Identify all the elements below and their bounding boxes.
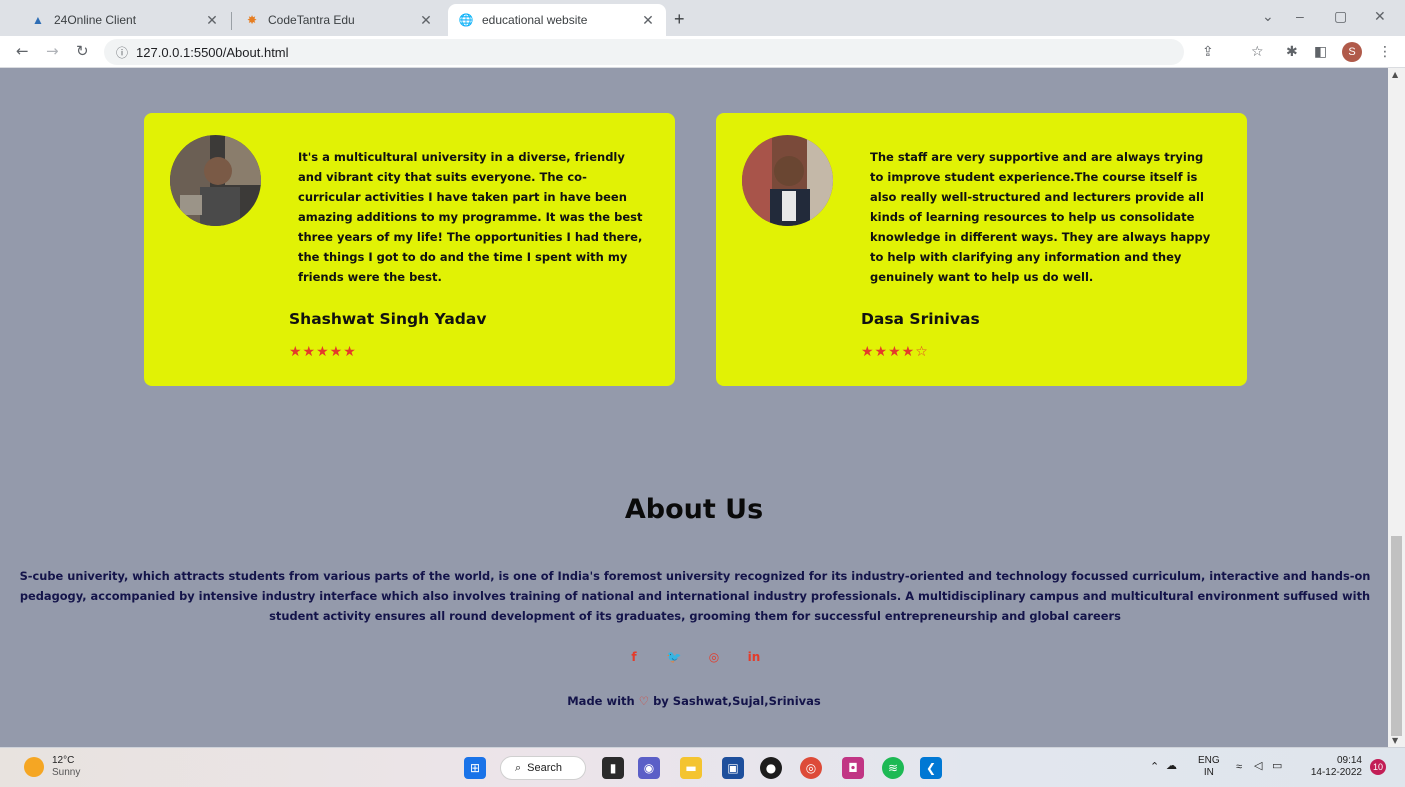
scroll-down-arrow-icon[interactable]: ▼ <box>1392 736 1398 745</box>
star-rating-icon: ★★★★★ <box>289 344 357 360</box>
windows-start-icon[interactable]: ⊞ <box>464 757 486 779</box>
tab-title: CodeTantra Edu <box>268 13 355 27</box>
tab-codetantra-edu[interactable]: ✸ CodeTantra Edu ✕ <box>234 4 444 36</box>
page-content: It's a multicultural university in a div… <box>0 68 1388 747</box>
made-with-text: Made with <box>567 694 635 708</box>
weather-widget[interactable]: 12°C Sunny <box>24 755 80 779</box>
show-hidden-icons-icon[interactable]: ⌃ <box>1150 761 1159 773</box>
browser-toolbar: ← → ↻ ⓘ 127.0.0.1:5500/About.html ⇪ ☆ ✱ … <box>0 36 1405 68</box>
maximize-button[interactable]: ▢ <box>1334 8 1347 25</box>
site-info-icon[interactable]: ⓘ <box>116 44 128 61</box>
browser-tab-strip: ▲ 24Online Client ✕ ✸ CodeTantra Edu ✕ 🌐… <box>0 0 1405 36</box>
testimonial-card: It's a multicultural university in a div… <box>144 113 675 386</box>
file-explorer-icon[interactable]: ▬ <box>680 757 702 779</box>
testimonial-name: Dasa Srinivas <box>861 310 980 328</box>
teams-chat-icon[interactable]: ◉ <box>638 757 660 779</box>
forward-arrow-icon[interactable]: → <box>46 42 59 60</box>
tab-search-icon[interactable]: ⌄ <box>1262 8 1274 25</box>
battery-icon[interactable]: ▭ <box>1272 760 1282 772</box>
tab-title: 24Online Client <box>54 13 137 27</box>
reload-icon[interactable]: ↻ <box>76 42 89 60</box>
address-bar[interactable]: ⓘ 127.0.0.1:5500/About.html <box>104 39 1184 65</box>
sun-icon <box>24 757 44 777</box>
student-photo <box>170 135 261 226</box>
student-photo <box>742 135 833 226</box>
volume-icon[interactable]: ◁ <box>1254 760 1262 772</box>
search-icon: ⌕ <box>515 761 522 774</box>
url-text: 127.0.0.1:5500/About.html <box>136 44 289 60</box>
close-window-button[interactable]: ✕ <box>1374 8 1386 25</box>
about-heading: About Us <box>624 494 764 525</box>
clock-date: 14-12-2022 <box>1310 767 1362 778</box>
profile-avatar[interactable]: S <box>1342 42 1362 62</box>
tab-educational-website[interactable]: 🌐 educational website ✕ <box>448 4 666 36</box>
search-label: Search <box>527 762 563 774</box>
facebook-icon[interactable]: f <box>625 650 643 664</box>
dell-icon[interactable]: ● <box>760 757 782 779</box>
region-code: IN <box>1203 767 1214 778</box>
taskbar-search[interactable]: ⌕ Search <box>500 756 586 780</box>
temperature: 12°C <box>52 755 75 766</box>
twitter-icon[interactable]: 🐦 <box>665 650 683 664</box>
spotify-icon[interactable]: ≋ <box>882 757 904 779</box>
testimonial-card: The staff are very supportive and are al… <box>716 113 1247 386</box>
testimonial-quote: The staff are very supportive and are al… <box>870 150 1211 284</box>
microsoft-store-icon[interactable]: ▣ <box>722 757 744 779</box>
share-icon[interactable]: ⇪ <box>1202 44 1214 60</box>
language-indicator[interactable]: ENG IN <box>1198 755 1220 779</box>
tab-close-icon[interactable]: ✕ <box>418 12 434 29</box>
tab-close-icon[interactable]: ✕ <box>204 12 220 29</box>
tab-title: educational website <box>482 13 588 27</box>
scroll-up-arrow-icon[interactable]: ▲ <box>1392 70 1398 79</box>
language-code: ENG <box>1198 755 1220 766</box>
tab-24online-client[interactable]: ▲ 24Online Client ✕ <box>20 4 230 36</box>
side-panel-icon[interactable]: ◧ <box>1314 44 1327 60</box>
globe-icon: 🌐 <box>458 13 474 27</box>
menu-kebab-icon[interactable]: ⋮ <box>1378 44 1392 60</box>
clock-time: 09:14 <box>1336 755 1362 766</box>
vscode-icon[interactable]: ❮ <box>920 757 942 779</box>
tab-close-icon[interactable]: ✕ <box>640 12 656 29</box>
back-arrow-icon[interactable]: ← <box>16 42 29 60</box>
testimonial-name: Shashwat Singh Yadav <box>289 310 487 328</box>
windows-taskbar: 12°C Sunny ⊞ ⌕ Search ▮ ◉ ▬ ▣ ● ◎ ◘ ≋ ❮ … <box>0 747 1405 787</box>
notification-badge[interactable]: 10 <box>1370 759 1386 775</box>
bookmark-star-icon[interactable]: ☆ <box>1251 44 1264 60</box>
instagram-app-icon[interactable]: ◘ <box>842 757 864 779</box>
new-tab-button[interactable]: + <box>674 9 685 30</box>
tab-separator <box>231 12 232 30</box>
codetantra-icon: ✸ <box>246 13 258 27</box>
social-links: f 🐦 ◎ in <box>0 650 1388 664</box>
mountain-icon: ▲ <box>32 13 44 27</box>
star-rating-icon: ★★★★☆ <box>861 344 929 360</box>
chrome-icon[interactable]: ◎ <box>800 757 822 779</box>
onedrive-icon[interactable]: ☁ <box>1166 760 1177 772</box>
weather-condition: Sunny <box>52 767 81 778</box>
footer-credits: Made with ♡ by Sashwat,Sujal,Srinivas <box>0 694 1388 708</box>
minimize-button[interactable]: – <box>1296 8 1304 24</box>
wifi-icon[interactable]: ≈ <box>1236 761 1242 773</box>
task-view-icon[interactable]: ▮ <box>602 757 624 779</box>
authors-text: by Sashwat,Sujal,Srinivas <box>653 694 821 708</box>
extensions-puzzle-icon[interactable]: ✱ <box>1286 44 1298 60</box>
system-clock[interactable]: 09:14 14-12-2022 <box>1306 755 1362 779</box>
linkedin-icon[interactable]: in <box>745 650 763 664</box>
page-scrollbar[interactable]: ▲ ▼ <box>1388 68 1405 747</box>
testimonial-quote: It's a multicultural university in a div… <box>298 150 643 284</box>
about-paragraph: S-cube univerity, which attracts student… <box>19 569 1371 623</box>
instagram-icon[interactable]: ◎ <box>705 650 723 664</box>
scrollbar-thumb[interactable] <box>1391 536 1402 736</box>
heart-icon: ♡ <box>638 694 650 708</box>
